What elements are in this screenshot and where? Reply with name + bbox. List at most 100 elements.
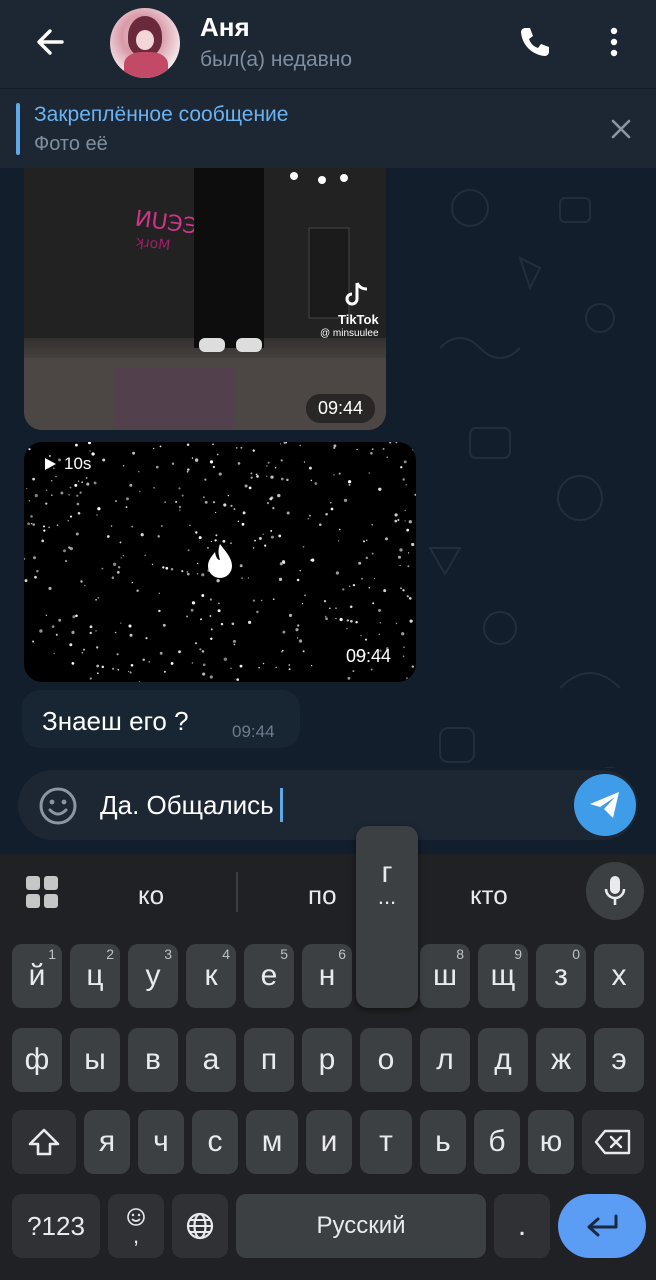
- suggestion[interactable]: ко: [138, 870, 164, 920]
- key[interactable]: щ9: [478, 944, 528, 1008]
- period-key[interactable]: .: [494, 1194, 550, 1258]
- suggestion-divider: [236, 872, 238, 912]
- key[interactable]: и: [306, 1110, 352, 1174]
- backspace-key[interactable]: [582, 1110, 644, 1174]
- key[interactable]: л: [420, 1028, 470, 1092]
- star-dot: [43, 529, 46, 532]
- send-button[interactable]: [574, 774, 636, 836]
- key[interactable]: э: [594, 1028, 644, 1092]
- star-dot: [233, 508, 236, 510]
- star-dot: [28, 448, 31, 451]
- star-dot: [264, 544, 267, 547]
- backspace-icon: [594, 1129, 631, 1155]
- space-key[interactable]: Русский: [236, 1194, 486, 1258]
- star-dot: [411, 542, 415, 547]
- language-key[interactable]: [172, 1194, 228, 1258]
- key[interactable]: ь: [420, 1110, 466, 1174]
- star-dot: [335, 617, 337, 620]
- message-time: 09:44: [334, 642, 404, 671]
- message-input-text[interactable]: Да. Общались: [100, 788, 283, 822]
- key[interactable]: в: [128, 1028, 178, 1092]
- star-dot: [34, 494, 38, 498]
- star-dot: [409, 597, 412, 600]
- shift-key[interactable]: [12, 1110, 76, 1174]
- enter-key[interactable]: [558, 1194, 646, 1258]
- key[interactable]: к4: [186, 944, 236, 1008]
- key[interactable]: е5: [244, 944, 294, 1008]
- key[interactable]: п: [244, 1028, 294, 1092]
- key[interactable]: ю: [528, 1110, 574, 1174]
- incoming-message[interactable]: Знаеш его ? 09:44: [22, 690, 300, 748]
- star-dot: [89, 625, 93, 629]
- phone-icon[interactable]: [514, 22, 554, 62]
- star-dot: [97, 596, 100, 599]
- key[interactable]: у3: [128, 944, 178, 1008]
- star-dot: [314, 482, 318, 485]
- avatar[interactable]: [110, 8, 180, 78]
- emoji-comma-key[interactable]: ,: [108, 1194, 164, 1258]
- star-dot: [210, 628, 213, 631]
- star-dot: [310, 479, 313, 482]
- key[interactable]: а: [186, 1028, 236, 1092]
- star-dot: [350, 619, 353, 623]
- tiktok-logo-icon: [345, 282, 368, 306]
- key[interactable]: б: [474, 1110, 520, 1174]
- key[interactable]: ж: [536, 1028, 586, 1092]
- star-dot: [394, 513, 398, 517]
- video-message[interactable]: ИUЭЭ ʞɹoM TikTok @ minsuulee 09:44: [24, 168, 386, 430]
- star-dot: [212, 501, 216, 504]
- more-vert-icon[interactable]: [596, 22, 632, 62]
- star-dot: [159, 445, 162, 448]
- star-dot: [86, 482, 90, 486]
- key[interactable]: х: [594, 944, 644, 1008]
- contact-name[interactable]: Аня: [200, 12, 250, 43]
- microphone-button[interactable]: [586, 862, 644, 920]
- close-icon[interactable]: [604, 112, 638, 146]
- star-dot: [186, 470, 189, 473]
- star-dot: [106, 535, 110, 538]
- star-dot: [48, 526, 50, 529]
- star-dot: [280, 650, 283, 653]
- star-dot: [214, 511, 217, 514]
- key[interactable]: я: [84, 1110, 130, 1174]
- key[interactable]: т: [360, 1110, 412, 1174]
- key[interactable]: н6: [302, 944, 352, 1008]
- key[interactable]: с: [192, 1110, 238, 1174]
- star-dot: [295, 628, 299, 632]
- star-dot: [240, 446, 243, 449]
- key[interactable]: д: [478, 1028, 528, 1092]
- star-dot: [218, 602, 220, 605]
- star-dot: [97, 507, 101, 511]
- star-dot: [161, 525, 163, 527]
- apps-grid-icon[interactable]: [24, 874, 60, 910]
- star-dot: [252, 449, 255, 452]
- star-dot: [230, 504, 233, 508]
- star-dot: [283, 442, 286, 444]
- star-dot: [310, 664, 313, 667]
- key[interactable]: о: [360, 1028, 412, 1092]
- symbols-key[interactable]: ?123: [12, 1194, 100, 1258]
- back-arrow-icon[interactable]: [28, 22, 72, 62]
- key[interactable]: й1: [12, 944, 62, 1008]
- key[interactable]: ч: [138, 1110, 184, 1174]
- star-dot: [24, 675, 27, 679]
- key[interactable]: ц2: [70, 944, 120, 1008]
- smiley-icon[interactable]: [36, 784, 80, 828]
- key[interactable]: ы: [70, 1028, 120, 1092]
- video-message[interactable]: 10s 09:44: [24, 442, 416, 682]
- key[interactable]: ф: [12, 1028, 62, 1092]
- star-dot: [201, 594, 205, 597]
- key[interactable]: ш8: [420, 944, 470, 1008]
- star-dot: [203, 496, 205, 499]
- key[interactable]: з0: [536, 944, 586, 1008]
- star-dot: [337, 540, 340, 542]
- star-dot: [365, 539, 368, 542]
- star-dot: [399, 564, 401, 567]
- pinned-message-bar[interactable]: Закреплённое сообщение Фото её: [0, 88, 656, 168]
- key[interactable]: р: [302, 1028, 352, 1092]
- star-dot: [30, 515, 33, 518]
- star-dot: [358, 561, 362, 565]
- suggestion[interactable]: кто: [470, 870, 508, 920]
- key[interactable]: м: [246, 1110, 298, 1174]
- suggestion[interactable]: по: [308, 870, 337, 920]
